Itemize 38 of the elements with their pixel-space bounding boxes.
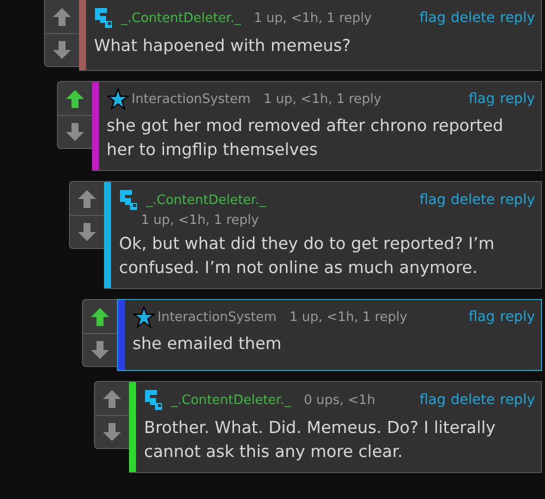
action-link[interactable]: flag [468, 91, 495, 107]
author-name[interactable]: _.ContentDeleter._ [121, 10, 241, 26]
action-link[interactable]: delete [450, 10, 495, 26]
comment-meta: 0 ups, <1h [304, 392, 376, 408]
comment-text: Brother. What. Did. Memeus. Do? I literally cannot ask this any more clear. [144, 417, 496, 463]
comment-meta: 1 up, <1h, 1 reply [290, 310, 408, 324]
author-name[interactable]: InteractionSystem [158, 310, 277, 324]
up-arrow-icon [77, 188, 97, 208]
comment-text: she emailed them [132, 333, 282, 355]
down-arrow-icon [102, 422, 122, 442]
up-arrow-icon [64, 88, 84, 108]
action-link[interactable]: flag [419, 392, 446, 408]
comment-text: What hapoened with memeus? [94, 35, 352, 57]
comment-meta: 1 up, <1h, 1 reply [140, 213, 260, 228]
action-link[interactable]: delete [450, 192, 495, 208]
action-link[interactable]: reply [500, 392, 535, 408]
up-arrow-icon [52, 6, 72, 26]
comment-meta: 1 up, <1h, 1 reply [254, 10, 372, 26]
up-arrow-icon [90, 306, 110, 326]
comment-text: Ok, but what did they do to get reported? I’m confused. I’m not online as much anymore. [119, 233, 496, 279]
action-link[interactable]: reply [500, 10, 535, 26]
down-arrow-icon [52, 40, 72, 60]
action-link[interactable]: flag [468, 309, 495, 325]
down-arrow-icon [90, 340, 110, 360]
action-link[interactable]: reply [500, 91, 535, 107]
author-name[interactable]: _.ContentDeleter._ [171, 392, 291, 408]
action-link[interactable]: reply [500, 309, 535, 325]
action-link[interactable]: delete [450, 392, 495, 408]
down-arrow-icon [64, 122, 84, 142]
author-name[interactable]: InteractionSystem [132, 92, 251, 106]
author-name[interactable]: _.ContentDeleter._ [146, 192, 266, 208]
action-link[interactable]: reply [500, 192, 535, 208]
down-arrow-icon [77, 222, 97, 242]
action-link[interactable]: flag [419, 10, 446, 26]
up-arrow-icon [102, 388, 122, 408]
comment-text: she got her mod removed after chrono reported her to imgflip themselves [106, 115, 504, 161]
comment-meta: 1 up, <1h, 1 reply [264, 92, 382, 106]
action-link[interactable]: flag [419, 192, 446, 208]
